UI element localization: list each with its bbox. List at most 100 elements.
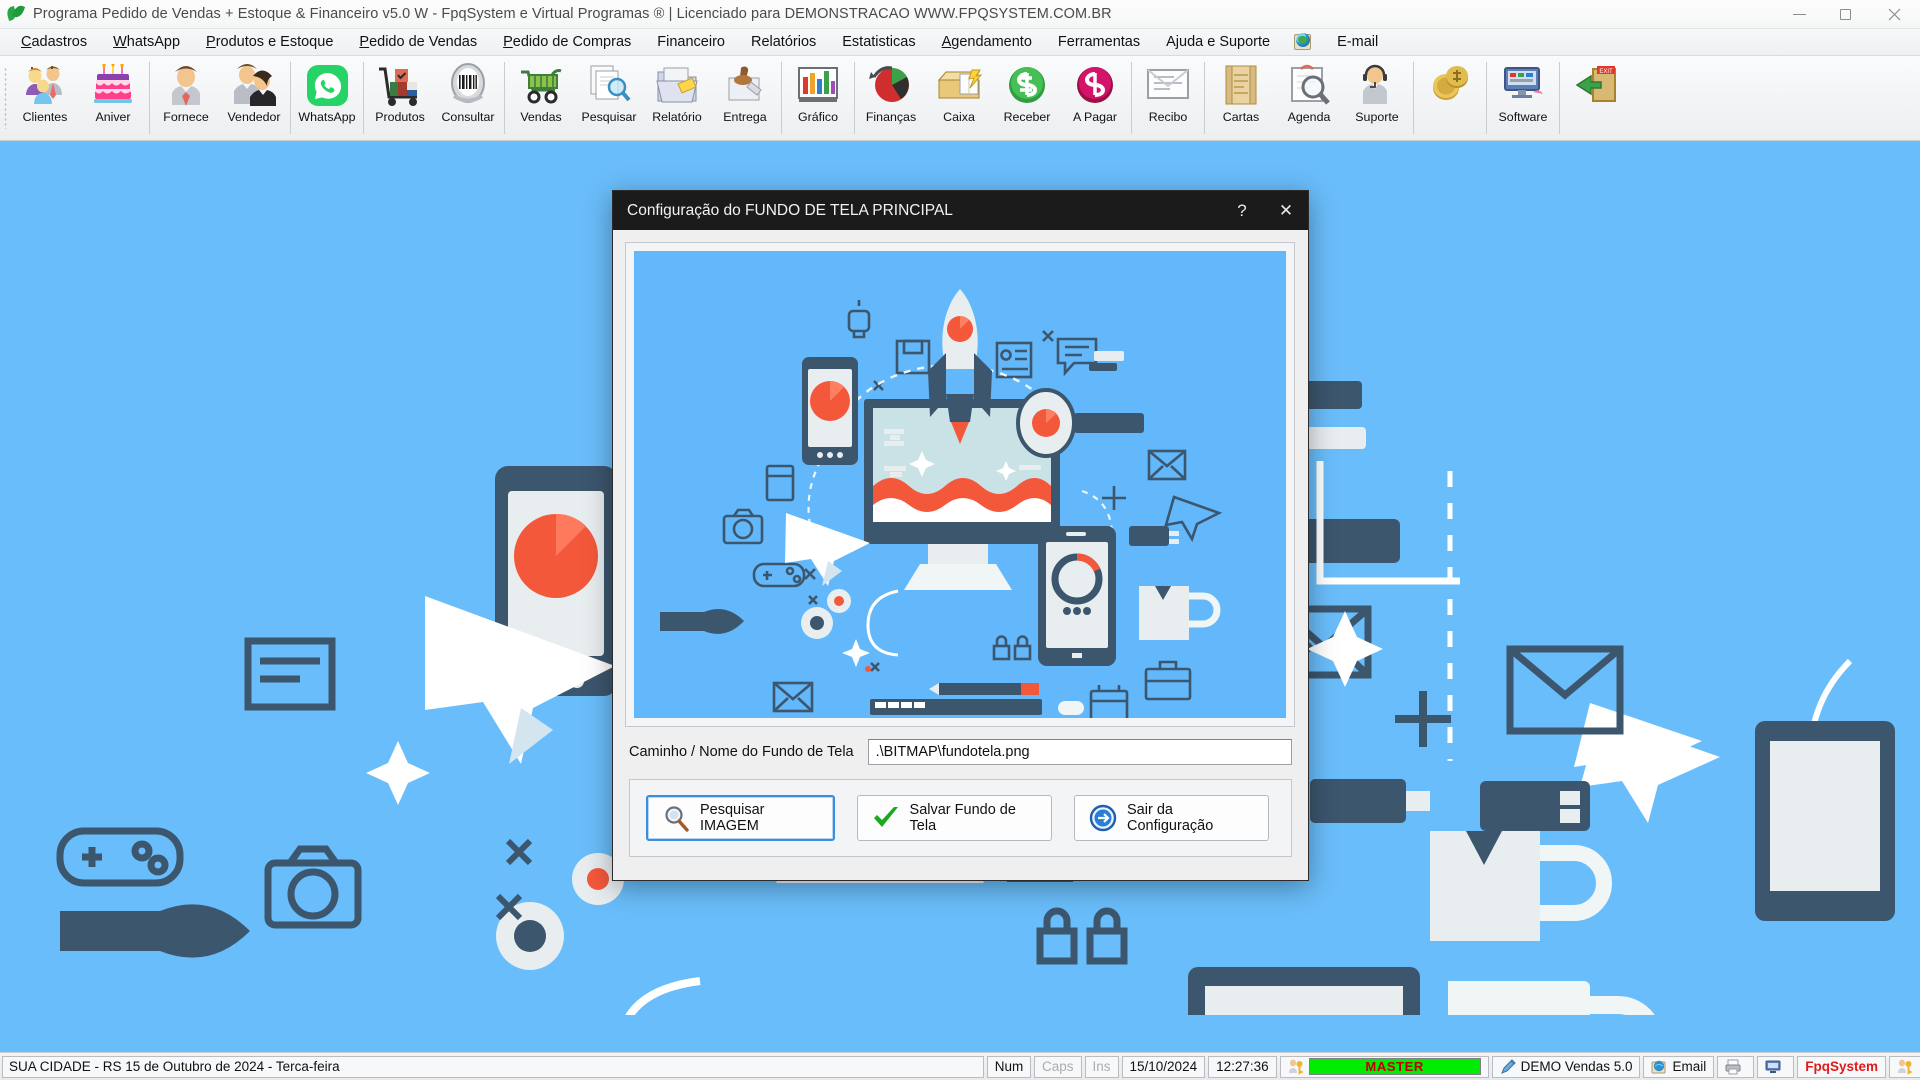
report-folder-icon (651, 61, 703, 109)
toolbar-button-relatorio[interactable]: Relatório (643, 56, 711, 140)
toolbar-button-exit[interactable]: EXIT (1562, 56, 1630, 140)
status-system-label: DEMO Vendas 5.0 (1520, 1059, 1633, 1074)
menu-item-agendamento[interactable]: Agendamento (929, 31, 1045, 53)
help-icon[interactable]: ? (1220, 191, 1264, 230)
finance-pie-icon (865, 61, 917, 109)
menu-item-financeiro[interactable]: Financeiro (644, 31, 738, 53)
toolbar-separator (1486, 62, 1487, 134)
receive-money-icon (1001, 61, 1053, 109)
status-ins: Ins (1084, 1055, 1119, 1078)
menu-item-whatsapp[interactable]: WhatsApp (100, 31, 193, 53)
close-icon[interactable]: ✕ (1264, 191, 1308, 230)
menu-item-email[interactable]: E-mail (1324, 31, 1391, 53)
toolbar-button-grafico[interactable]: Gráfico (784, 56, 852, 140)
toolbar-label: Entrega (723, 110, 767, 124)
globe-mail-icon (1651, 1059, 1667, 1075)
menu-item-cadastros[interactable]: Cadastros (8, 31, 100, 53)
status-caps: Caps (1034, 1055, 1082, 1078)
toolbar-button-aniver[interactable]: Aniver (79, 56, 147, 140)
birthday-cake-icon (87, 61, 139, 109)
toolbar-button-produtos[interactable]: Produtos (366, 56, 434, 140)
toolbar-label: Recibo (1148, 110, 1188, 124)
receipt-icon (1142, 61, 1194, 109)
close-icon[interactable] (1868, 0, 1920, 29)
toolbar-button-coins[interactable] (1416, 56, 1484, 140)
button-label: Salvar Fundo de Tela (909, 802, 1016, 834)
sair-da-configuracao-button[interactable]: Sair da Configuração (1074, 795, 1269, 841)
whatsapp-icon (301, 61, 353, 109)
toolbar-button-suporte[interactable]: Suporte (1343, 56, 1411, 140)
toolbar-label: Consultar (441, 110, 495, 124)
status-system: DEMO Vendas 5.0 (1491, 1055, 1641, 1078)
software-monitor-icon (1497, 61, 1549, 109)
status-location-date: SUA CIDADE - RS 15 de Outubro de 2024 - … (2, 1055, 984, 1078)
toolbar-button-clientes[interactable]: Clientes (11, 56, 79, 140)
menu-item-pedido-de-compras[interactable]: Pedido de Compras (490, 31, 644, 53)
barcode-icon (442, 61, 494, 109)
main-toolbar[interactable]: Clientes Aniver Fornece Vendedor WhatsAp… (0, 56, 1920, 141)
letters-scroll-icon (1215, 61, 1267, 109)
toolbar-label: Agenda (1287, 110, 1331, 124)
menu-item-ajuda-e-suporte[interactable]: Ajuda e Suporte (1153, 31, 1283, 53)
path-input[interactable] (867, 739, 1292, 765)
toolbar-label: Clientes (22, 110, 68, 124)
toolbar-button-a-pagar[interactable]: A Pagar (1061, 56, 1129, 140)
toolbar-label: Caixa (943, 110, 975, 124)
printer-icon (1725, 1059, 1741, 1075)
support-person-icon (1351, 61, 1403, 109)
status-monitor[interactable] (1757, 1055, 1795, 1078)
toolbar-button-cartas[interactable]: Cartas (1207, 56, 1275, 140)
toolbar-button-vendedor[interactable]: Vendedor (220, 56, 288, 140)
monitor-icon (1765, 1059, 1781, 1075)
button-label: Pesquisar IMAGEM (700, 802, 765, 834)
maximize-icon[interactable] (1822, 0, 1868, 29)
toolbar-separator (1413, 62, 1414, 134)
toolbar-button-caixa[interactable]: Caixa (925, 56, 993, 140)
main-menu-bar[interactable]: Cadastros WhatsApp Produtos e Estoque Pe… (0, 29, 1920, 56)
toolbar-button-software[interactable]: Software (1489, 56, 1557, 140)
pesquisar-imagem-button[interactable]: Pesquisar IMAGEM (646, 795, 835, 841)
toolbar-separator (363, 62, 364, 134)
toolbar-button-receber[interactable]: Receber (993, 56, 1061, 140)
preview-frame (625, 242, 1295, 727)
toolbar-label: A Pagar (1072, 110, 1118, 124)
magnifier-icon (662, 804, 690, 832)
toolbar-label: WhatsApp (298, 110, 356, 124)
menu-item-pedido-de-vendas[interactable]: Pedido de Vendas (346, 31, 490, 53)
globe-mail-icon[interactable] (1293, 32, 1314, 52)
menu-item-estatisticas[interactable]: Estatisticas (829, 31, 928, 53)
toolbar-button-agenda[interactable]: Agenda (1275, 56, 1343, 140)
dialog-button-panel: Pesquisar IMAGEM Salvar Fundo de Tela Sa… (629, 779, 1292, 857)
status-printer[interactable] (1717, 1055, 1755, 1078)
toolbar-button-whatsapp[interactable]: WhatsApp (293, 56, 361, 140)
toolbar-button-entrega[interactable]: Entrega (711, 56, 779, 140)
toolbar-separator (1204, 62, 1205, 134)
toolbar-grip[interactable] (0, 56, 11, 140)
exit-door-icon: EXIT (1570, 61, 1622, 109)
toolbar-button-financas[interactable]: Finanças (857, 56, 925, 140)
toolbar-button-fornece[interactable]: Fornece (152, 56, 220, 140)
pay-money-icon (1069, 61, 1121, 109)
menu-item-produtos-e-estoque[interactable]: Produtos e Estoque (193, 31, 346, 53)
salvar-fundo-de-tela-button[interactable]: Salvar Fundo de Tela (856, 795, 1053, 841)
menu-item-ferramentas[interactable]: Ferramentas (1045, 31, 1153, 53)
toolbar-label: Suporte (1355, 110, 1399, 124)
toolbar-button-consultar[interactable]: Consultar (434, 56, 502, 140)
background-config-dialog[interactable]: Configuração do FUNDO DE TELA PRINCIPAL … (612, 190, 1309, 881)
toolbar-button-recibo[interactable]: Recibo (1134, 56, 1202, 140)
status-email[interactable]: Email (1643, 1055, 1715, 1078)
supplier-person-icon (160, 61, 212, 109)
toolbar-label: Software (1498, 110, 1548, 124)
toolbar-button-pesquisar[interactable]: Pesquisar (575, 56, 643, 140)
minimize-icon[interactable] (1776, 0, 1822, 29)
salesman-pair-icon (228, 61, 280, 109)
toolbar-label: Gráfico (798, 110, 838, 124)
menu-item-relatorios[interactable]: Relatórios (738, 31, 829, 53)
status-master-label: MASTER (1308, 1058, 1481, 1075)
toolbar-button-vendas[interactable]: Vendas (507, 56, 575, 140)
dialog-title-bar: Configuração do FUNDO DE TELA PRINCIPAL … (613, 191, 1308, 230)
toolbar-separator (1131, 62, 1132, 134)
toolbar-separator (1559, 62, 1560, 134)
status-brand-icon-cell (1889, 1055, 1920, 1078)
background-preview-image[interactable] (634, 251, 1286, 718)
